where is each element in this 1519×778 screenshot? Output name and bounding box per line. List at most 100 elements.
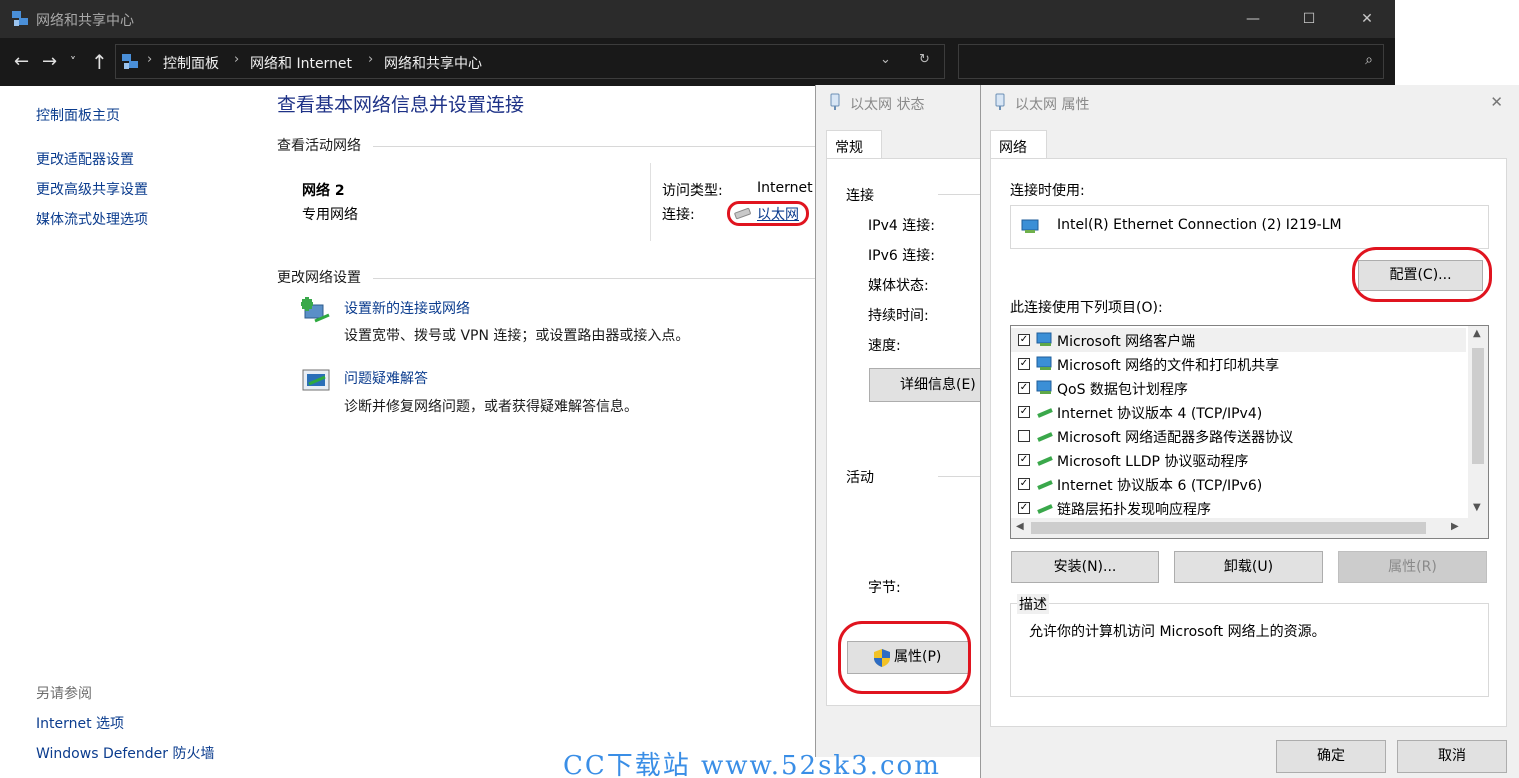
back-arrow-icon[interactable]: ← — [14, 50, 29, 74]
change-network-settings-heading: 更改网络设置 — [277, 270, 361, 286]
list-item[interactable]: ✓ QoS 数据包计划程序 — [1011, 376, 1466, 400]
up-arrow-icon[interactable]: ↑ — [91, 50, 108, 74]
list-item[interactable]: ✓ Microsoft 网络客户端 — [1011, 328, 1466, 352]
access-type-value: Internet — [757, 180, 813, 196]
qos-icon — [1036, 380, 1052, 394]
windows-defender-firewall-link[interactable]: Windows Defender 防火墙 — [36, 743, 214, 763]
maximize-button[interactable]: ☐ — [1280, 0, 1338, 38]
horizontal-scrollbar[interactable]: ◀ ▶ — [1011, 518, 1488, 538]
checkbox[interactable]: ✓ — [1018, 454, 1030, 466]
network-category: 专用网络 — [302, 207, 358, 223]
list-item[interactable]: ✓ Internet 协议版本 6 (TCP/IPv6) — [1011, 472, 1466, 496]
connect-using-label: 连接时使用: — [1010, 183, 1085, 199]
access-type-label: 访问类型: — [662, 183, 723, 199]
troubleshoot-problems-link[interactable]: 问题疑难解答 — [344, 368, 428, 388]
checkbox[interactable]: ✓ — [1018, 502, 1030, 514]
cancel-button[interactable]: 取消 — [1397, 740, 1507, 773]
close-button[interactable]: ✕ — [1338, 0, 1396, 38]
adapter-field: Intel(R) Ethernet Connection (2) I219-LM — [1010, 205, 1489, 249]
protocol-icon — [1037, 432, 1053, 442]
checkbox[interactable] — [1018, 430, 1030, 442]
list-item[interactable]: ✓ Internet 协议版本 4 (TCP/IPv4) — [1011, 400, 1466, 424]
control-panel-home-link[interactable]: 控制面板主页 — [36, 105, 120, 125]
list-item[interactable]: Microsoft 网络适配器多路传送器协议 — [1011, 424, 1466, 448]
media-streaming-options-link[interactable]: 媒体流式处理选项 — [36, 209, 148, 229]
forward-arrow-icon[interactable]: → — [42, 50, 57, 74]
protocol-icon — [1037, 504, 1053, 514]
breadcrumb-separator-icon: › — [368, 52, 374, 67]
setup-new-connection-description: 设置宽带、拨号或 VPN 连接；或设置路由器或接入点。 — [344, 328, 690, 344]
change-adapter-settings-link[interactable]: 更改适配器设置 — [36, 149, 134, 169]
ethernet-connector-icon — [995, 93, 1005, 110]
checkbox[interactable]: ✓ — [1018, 382, 1030, 394]
list-item[interactable]: ✓ Microsoft 网络的文件和打印机共享 — [1011, 352, 1466, 376]
scrollbar-thumb[interactable] — [1031, 522, 1426, 534]
install-button[interactable]: 安装(N)... — [1011, 551, 1159, 583]
search-input[interactable]: ⌕ — [958, 44, 1384, 79]
components-list[interactable]: ✓ Microsoft 网络客户端 ✓ Microsoft 网络的文件和打印机共… — [1010, 325, 1489, 539]
troubleshoot-icon — [302, 369, 330, 391]
search-icon: ⌕ — [1365, 52, 1373, 68]
checkbox[interactable]: ✓ — [1018, 358, 1030, 370]
breadcrumb-separator-icon: › — [147, 52, 153, 67]
scroll-right-icon[interactable]: ▶ — [1451, 521, 1459, 532]
refresh-icon[interactable]: ↻ — [919, 52, 930, 67]
highlight-ring — [838, 621, 971, 694]
list-item-label: Microsoft LLDP 协议驱动程序 — [1057, 454, 1249, 470]
tab-networking[interactable]: 网络 — [990, 130, 1047, 159]
scrollbar-thumb[interactable] — [1472, 348, 1484, 464]
ok-button[interactable]: 确定 — [1276, 740, 1386, 773]
breadcrumb-network-internet[interactable]: 网络和 Internet — [250, 53, 352, 73]
media-state-label: 媒体状态: — [868, 278, 929, 294]
active-networks-heading: 查看活动网络 — [277, 138, 361, 154]
section-divider — [373, 146, 815, 147]
list-item-label: Microsoft 网络客户端 — [1057, 334, 1196, 350]
breadcrumb-control-panel[interactable]: 控制面板 — [163, 53, 219, 73]
address-field[interactable]: › 控制面板 › 网络和 Internet › 网络和共享中心 ⌄ ↻ — [115, 44, 945, 79]
dialog-title: 以太网 属性 — [1015, 97, 1090, 113]
list-item[interactable]: ✓ Microsoft LLDP 协议驱动程序 — [1011, 448, 1466, 472]
file-share-icon — [1036, 356, 1052, 370]
page-title: 查看基本网络信息并设置连接 — [277, 94, 525, 116]
recent-locations-chevron-icon[interactable]: ˅ — [70, 50, 76, 74]
network-name: 网络 2 — [302, 183, 345, 199]
items-label: 此连接使用下列项目(O): — [1010, 300, 1163, 316]
tab-general[interactable]: 常规 — [826, 130, 882, 159]
internet-options-link[interactable]: Internet 选项 — [36, 713, 124, 733]
setup-new-connection-link[interactable]: 设置新的连接或网络 — [344, 298, 470, 318]
ipv4-connectivity-label: IPv4 连接: — [868, 218, 935, 234]
window-title: 网络和共享中心 — [36, 13, 134, 29]
ethernet-connector-icon — [830, 93, 840, 110]
checkbox[interactable]: ✓ — [1018, 334, 1030, 346]
breadcrumb-network-sharing-center[interactable]: 网络和共享中心 — [384, 53, 482, 73]
vertical-divider — [650, 163, 651, 241]
description-text: 允许你的计算机访问 Microsoft 网络上的资源。 — [1029, 624, 1326, 640]
scroll-down-icon[interactable]: ▼ — [1473, 502, 1481, 513]
checkbox[interactable]: ✓ — [1018, 406, 1030, 418]
duration-label: 持续时间: — [868, 308, 929, 324]
ipv6-connectivity-label: IPv6 连接: — [868, 248, 935, 264]
description-group-label: 描述 — [1017, 594, 1049, 614]
list-item[interactable]: ✓ 链路层拓扑发现响应程序 — [1011, 496, 1466, 520]
close-icon[interactable]: ✕ — [1490, 93, 1503, 111]
minimize-button[interactable]: — — [1224, 0, 1282, 38]
address-dropdown-chevron-icon[interactable]: ⌄ — [880, 52, 891, 67]
checkbox[interactable]: ✓ — [1018, 478, 1030, 490]
scroll-up-icon[interactable]: ▲ — [1473, 328, 1481, 339]
uninstall-button[interactable]: 卸载(U) — [1174, 551, 1323, 583]
item-properties-button[interactable]: 属性(R) — [1338, 551, 1487, 583]
section-divider — [373, 278, 815, 279]
change-advanced-sharing-link[interactable]: 更改高级共享设置 — [36, 179, 148, 199]
protocol-icon — [1037, 408, 1053, 418]
adapter-name: Intel(R) Ethernet Connection (2) I219-LM — [1057, 217, 1342, 233]
breadcrumb-separator-icon: › — [234, 52, 240, 67]
scroll-left-icon[interactable]: ◀ — [1016, 521, 1024, 532]
new-connection-icon — [301, 297, 330, 323]
list-item-label: Microsoft 网络适配器多路传送器协议 — [1057, 430, 1294, 446]
network-client-icon — [1036, 332, 1052, 346]
activity-group-label: 活动 — [846, 470, 874, 486]
list-item-label: Internet 协议版本 6 (TCP/IPv6) — [1057, 478, 1263, 494]
control-panel-icon — [122, 54, 138, 69]
vertical-scrollbar[interactable]: ▲ ▼ — [1468, 326, 1488, 518]
highlight-ring — [1352, 247, 1492, 302]
